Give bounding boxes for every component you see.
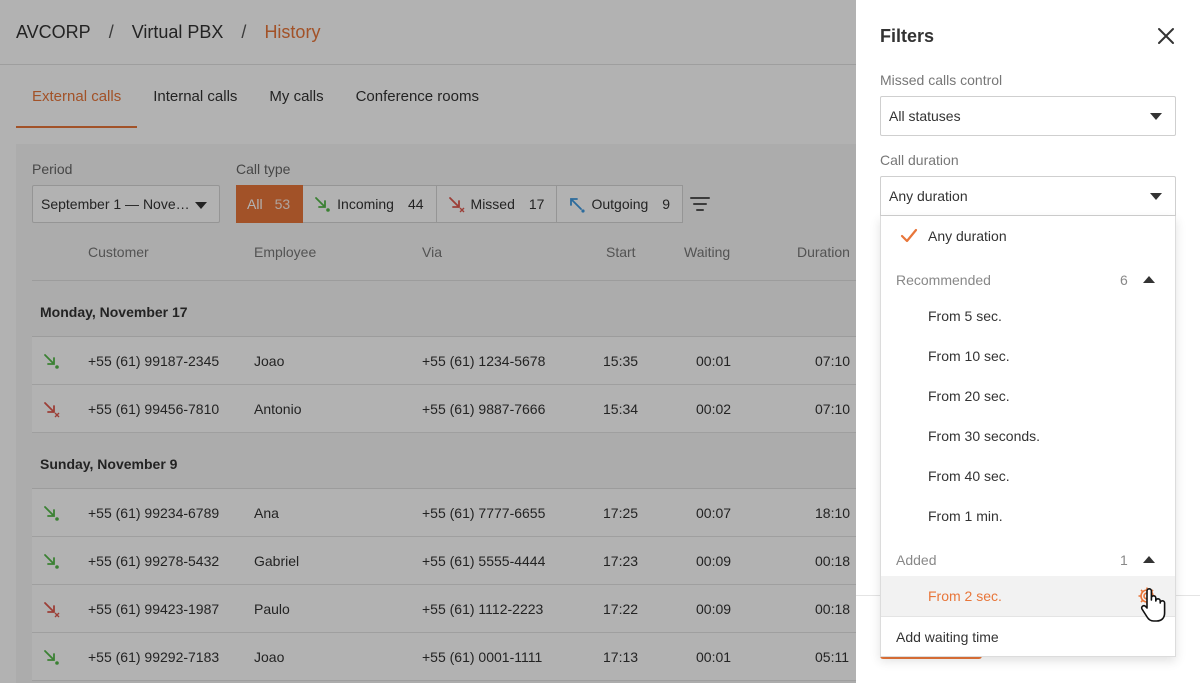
group-label: Added xyxy=(896,552,937,568)
missed-calls-control-value: All statuses xyxy=(889,108,961,124)
add-waiting-time-button[interactable]: Add waiting time xyxy=(881,616,1175,656)
close-icon[interactable] xyxy=(1154,24,1178,48)
chevron-down-icon xyxy=(1150,113,1162,120)
option-from-30-sec[interactable]: From 30 seconds. xyxy=(881,416,1175,456)
filters-title: Filters xyxy=(880,26,935,46)
missed-calls-control-label: Missed calls control xyxy=(880,72,1003,88)
call-duration-value: Any duration xyxy=(889,188,968,204)
check-icon xyxy=(900,228,918,243)
chevron-up-icon[interactable] xyxy=(1143,276,1155,283)
gear-icon[interactable] xyxy=(1137,586,1157,606)
chevron-up-icon[interactable] xyxy=(1143,556,1155,563)
option-any-duration[interactable]: Any duration xyxy=(881,216,1175,256)
group-added[interactable]: Added 1 xyxy=(881,540,1175,580)
option-label: From 2 sec. xyxy=(928,588,1002,604)
chevron-down-icon xyxy=(1150,193,1162,200)
group-count: 1 xyxy=(1120,552,1128,568)
option-from-1-min[interactable]: From 1 min. xyxy=(881,496,1175,536)
option-from-5-sec[interactable]: From 5 sec. xyxy=(881,296,1175,336)
option-from-2-sec[interactable]: From 2 sec. xyxy=(881,576,1175,616)
option-label: Any duration xyxy=(928,228,1007,244)
call-duration-dropdown: Any duration Recommended 6 From 5 sec. F… xyxy=(880,216,1176,657)
group-recommended[interactable]: Recommended 6 xyxy=(881,260,1175,300)
missed-calls-control-select[interactable]: All statuses xyxy=(880,96,1176,136)
group-label: Recommended xyxy=(896,272,991,288)
modal-backdrop[interactable] xyxy=(0,0,856,683)
group-count: 6 xyxy=(1120,272,1128,288)
option-from-10-sec[interactable]: From 10 sec. xyxy=(881,336,1175,376)
option-from-20-sec[interactable]: From 20 sec. xyxy=(881,376,1175,416)
call-duration-select[interactable]: Any duration xyxy=(880,176,1176,216)
option-from-40-sec[interactable]: From 40 sec. xyxy=(881,456,1175,496)
call-duration-label: Call duration xyxy=(880,152,959,168)
